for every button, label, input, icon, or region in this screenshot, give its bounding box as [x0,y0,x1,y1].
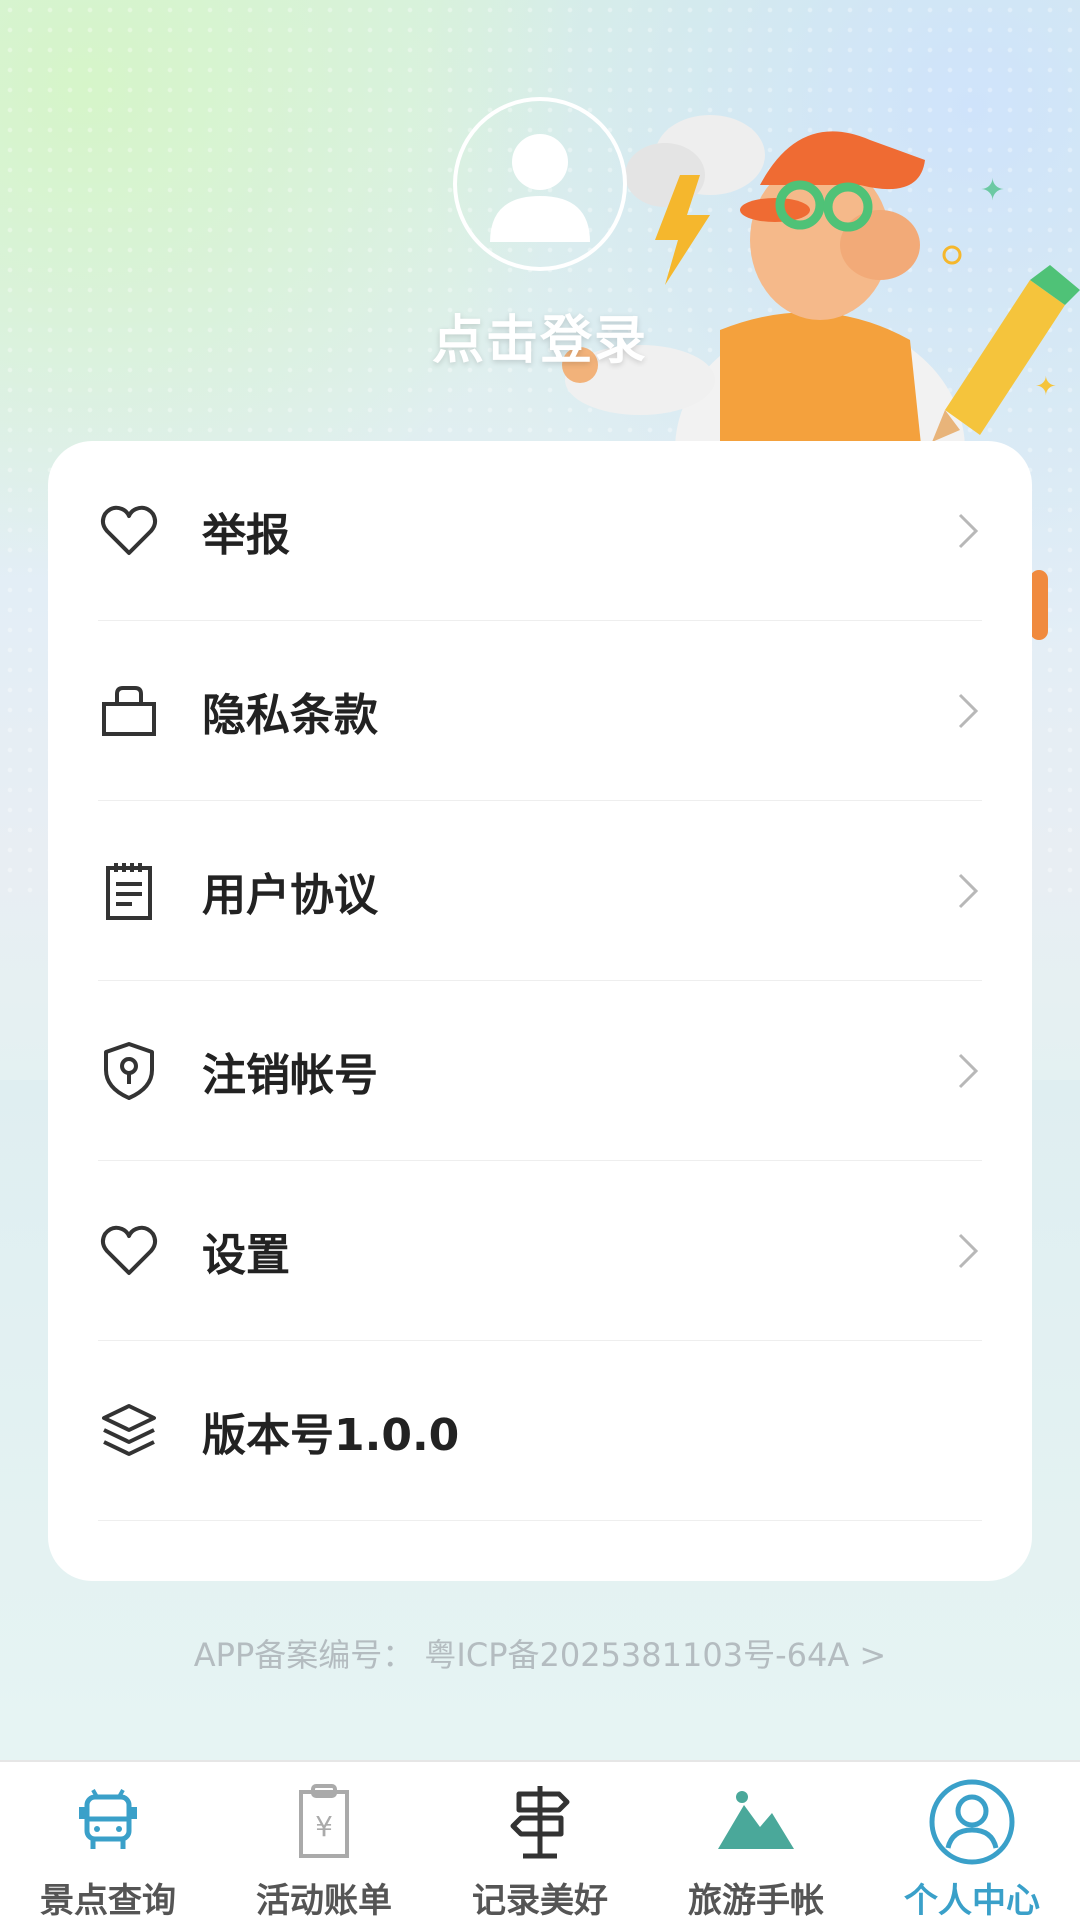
menu-item-settings[interactable]: 设置 [98,1161,982,1341]
tab-scenic-query[interactable]: 景点查询 [0,1762,216,1920]
menu-item-label: 隐私条款 [202,689,378,741]
chevron-right-icon [958,693,979,728]
tab-label: 景点查询 [40,1881,176,1920]
signpost-icon [492,1776,588,1867]
bill-icon: ¥ [276,1776,372,1867]
menu-item-delete-account[interactable]: 注销帐号 [98,981,982,1161]
svg-text:✦: ✦ [1035,372,1057,402]
user-circle-icon [924,1776,1020,1867]
menu-item-privacy[interactable]: 隐私条款 [98,621,982,801]
tab-label: 活动账单 [256,1881,392,1920]
tab-personal-center[interactable]: 个人中心 [864,1762,1080,1920]
tab-label: 个人中心 [904,1881,1040,1920]
tab-label: 旅游手帐 [688,1881,824,1920]
svg-text:✦: ✦ [980,173,1005,208]
menu-card: 举报 隐私条款 用户协议 注销帐号 设置 版本号1.0.0 [48,441,1032,1581]
svg-text:¥: ¥ [315,1810,333,1843]
shield-icon [98,1040,160,1102]
menu-item-version: 版本号1.0.0 [98,1341,982,1521]
bottom-tab-bar: 景点查询 ¥ 活动账单 记录美好 旅游手帐 个人中心 [0,1760,1080,1920]
heart-icon [98,1220,160,1282]
tab-travel-journal[interactable]: 旅游手帐 [648,1762,864,1920]
chevron-right-icon [958,1053,979,1088]
menu-item-label: 用户协议 [202,869,378,921]
bus-icon [60,1776,156,1867]
bag-icon [98,680,160,742]
tab-label: 记录美好 [472,1881,608,1920]
chevron-right-icon [958,513,979,548]
menu-item-report[interactable]: 举报 [98,441,982,621]
menu-item-user-agreement[interactable]: 用户协议 [98,801,982,981]
version-label: 版本号1.0.0 [202,1409,460,1461]
user-avatar-icon [490,134,590,242]
chevron-right-icon [958,873,979,908]
heart-icon [98,500,160,562]
avatar[interactable] [453,97,627,271]
chevron-right-icon [958,1233,979,1268]
clipboard-icon [98,860,160,922]
login-button[interactable]: 点击登录 [0,298,1080,373]
menu-item-label: 注销帐号 [202,1049,378,1101]
mountain-icon [708,1776,804,1867]
tab-record-beauty[interactable]: 记录美好 [432,1762,648,1920]
icp-link[interactable]: APP备案编号： 粤ICP备2025381103号-64A > [0,1630,1080,1676]
tab-activity-bill[interactable]: ¥ 活动账单 [216,1762,432,1920]
menu-item-label: 设置 [202,1229,290,1281]
menu-item-label: 举报 [202,509,290,561]
layers-icon [98,1400,160,1462]
